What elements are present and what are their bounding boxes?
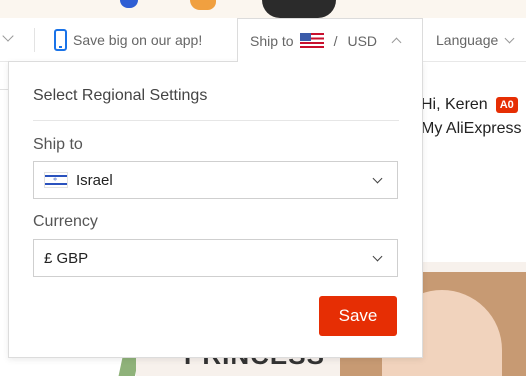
chevron-down-icon[interactable] [2,30,14,42]
my-aliexpress-link[interactable]: My AliExpress [421,120,521,138]
save-button[interactable]: Save [319,296,397,336]
ship-to-currency-toggle[interactable]: Ship to / USD [237,18,423,62]
separator: / [333,32,338,49]
ship-to-select[interactable]: ✡ Israel [33,161,398,199]
language-label: Language [436,32,499,48]
app-promo-text: Save big on our app! [73,32,203,48]
top-banner[interactable] [0,0,526,18]
banner-decoration [190,0,216,10]
chevron-down-icon [372,173,383,184]
panel-divider [33,120,399,121]
user-level-badge: A0 [495,97,518,113]
ship-to-field-label: Ship to [33,136,83,153]
panel-title: Select Regional Settings [33,87,208,104]
regional-settings-panel: Select Regional Settings Ship to ✡ Israe… [8,61,423,358]
currency-value: £ GBP [44,249,89,267]
user-account-area[interactable]: Hi, Keren A0 My AliExpress [421,96,521,138]
app-promo-link[interactable]: Save big on our app! [54,27,202,53]
currency-select[interactable]: £ GBP [33,239,398,277]
banner-watch-image [262,0,336,18]
greeting-text: Hi, Keren [421,96,488,113]
chevron-up-icon [391,37,402,48]
nav-divider [34,28,35,52]
chevron-down-icon [372,251,383,262]
currency-label: USD [347,32,378,49]
top-nav-bar: Save big on our app! Ship to / USD Langu… [0,18,526,62]
ship-to-label: Ship to [250,32,294,49]
content-divider [0,89,8,90]
currency-field-label: Currency [33,213,98,230]
chevron-down-icon [504,33,515,43]
us-flag-icon [299,33,324,48]
banner-decoration [120,0,138,8]
ship-to-value: Israel [76,171,113,189]
user-greeting: Hi, Keren A0 [421,96,521,114]
israel-flag-icon: ✡ [44,172,68,188]
phone-icon [54,29,67,51]
language-selector[interactable]: Language [436,27,515,53]
